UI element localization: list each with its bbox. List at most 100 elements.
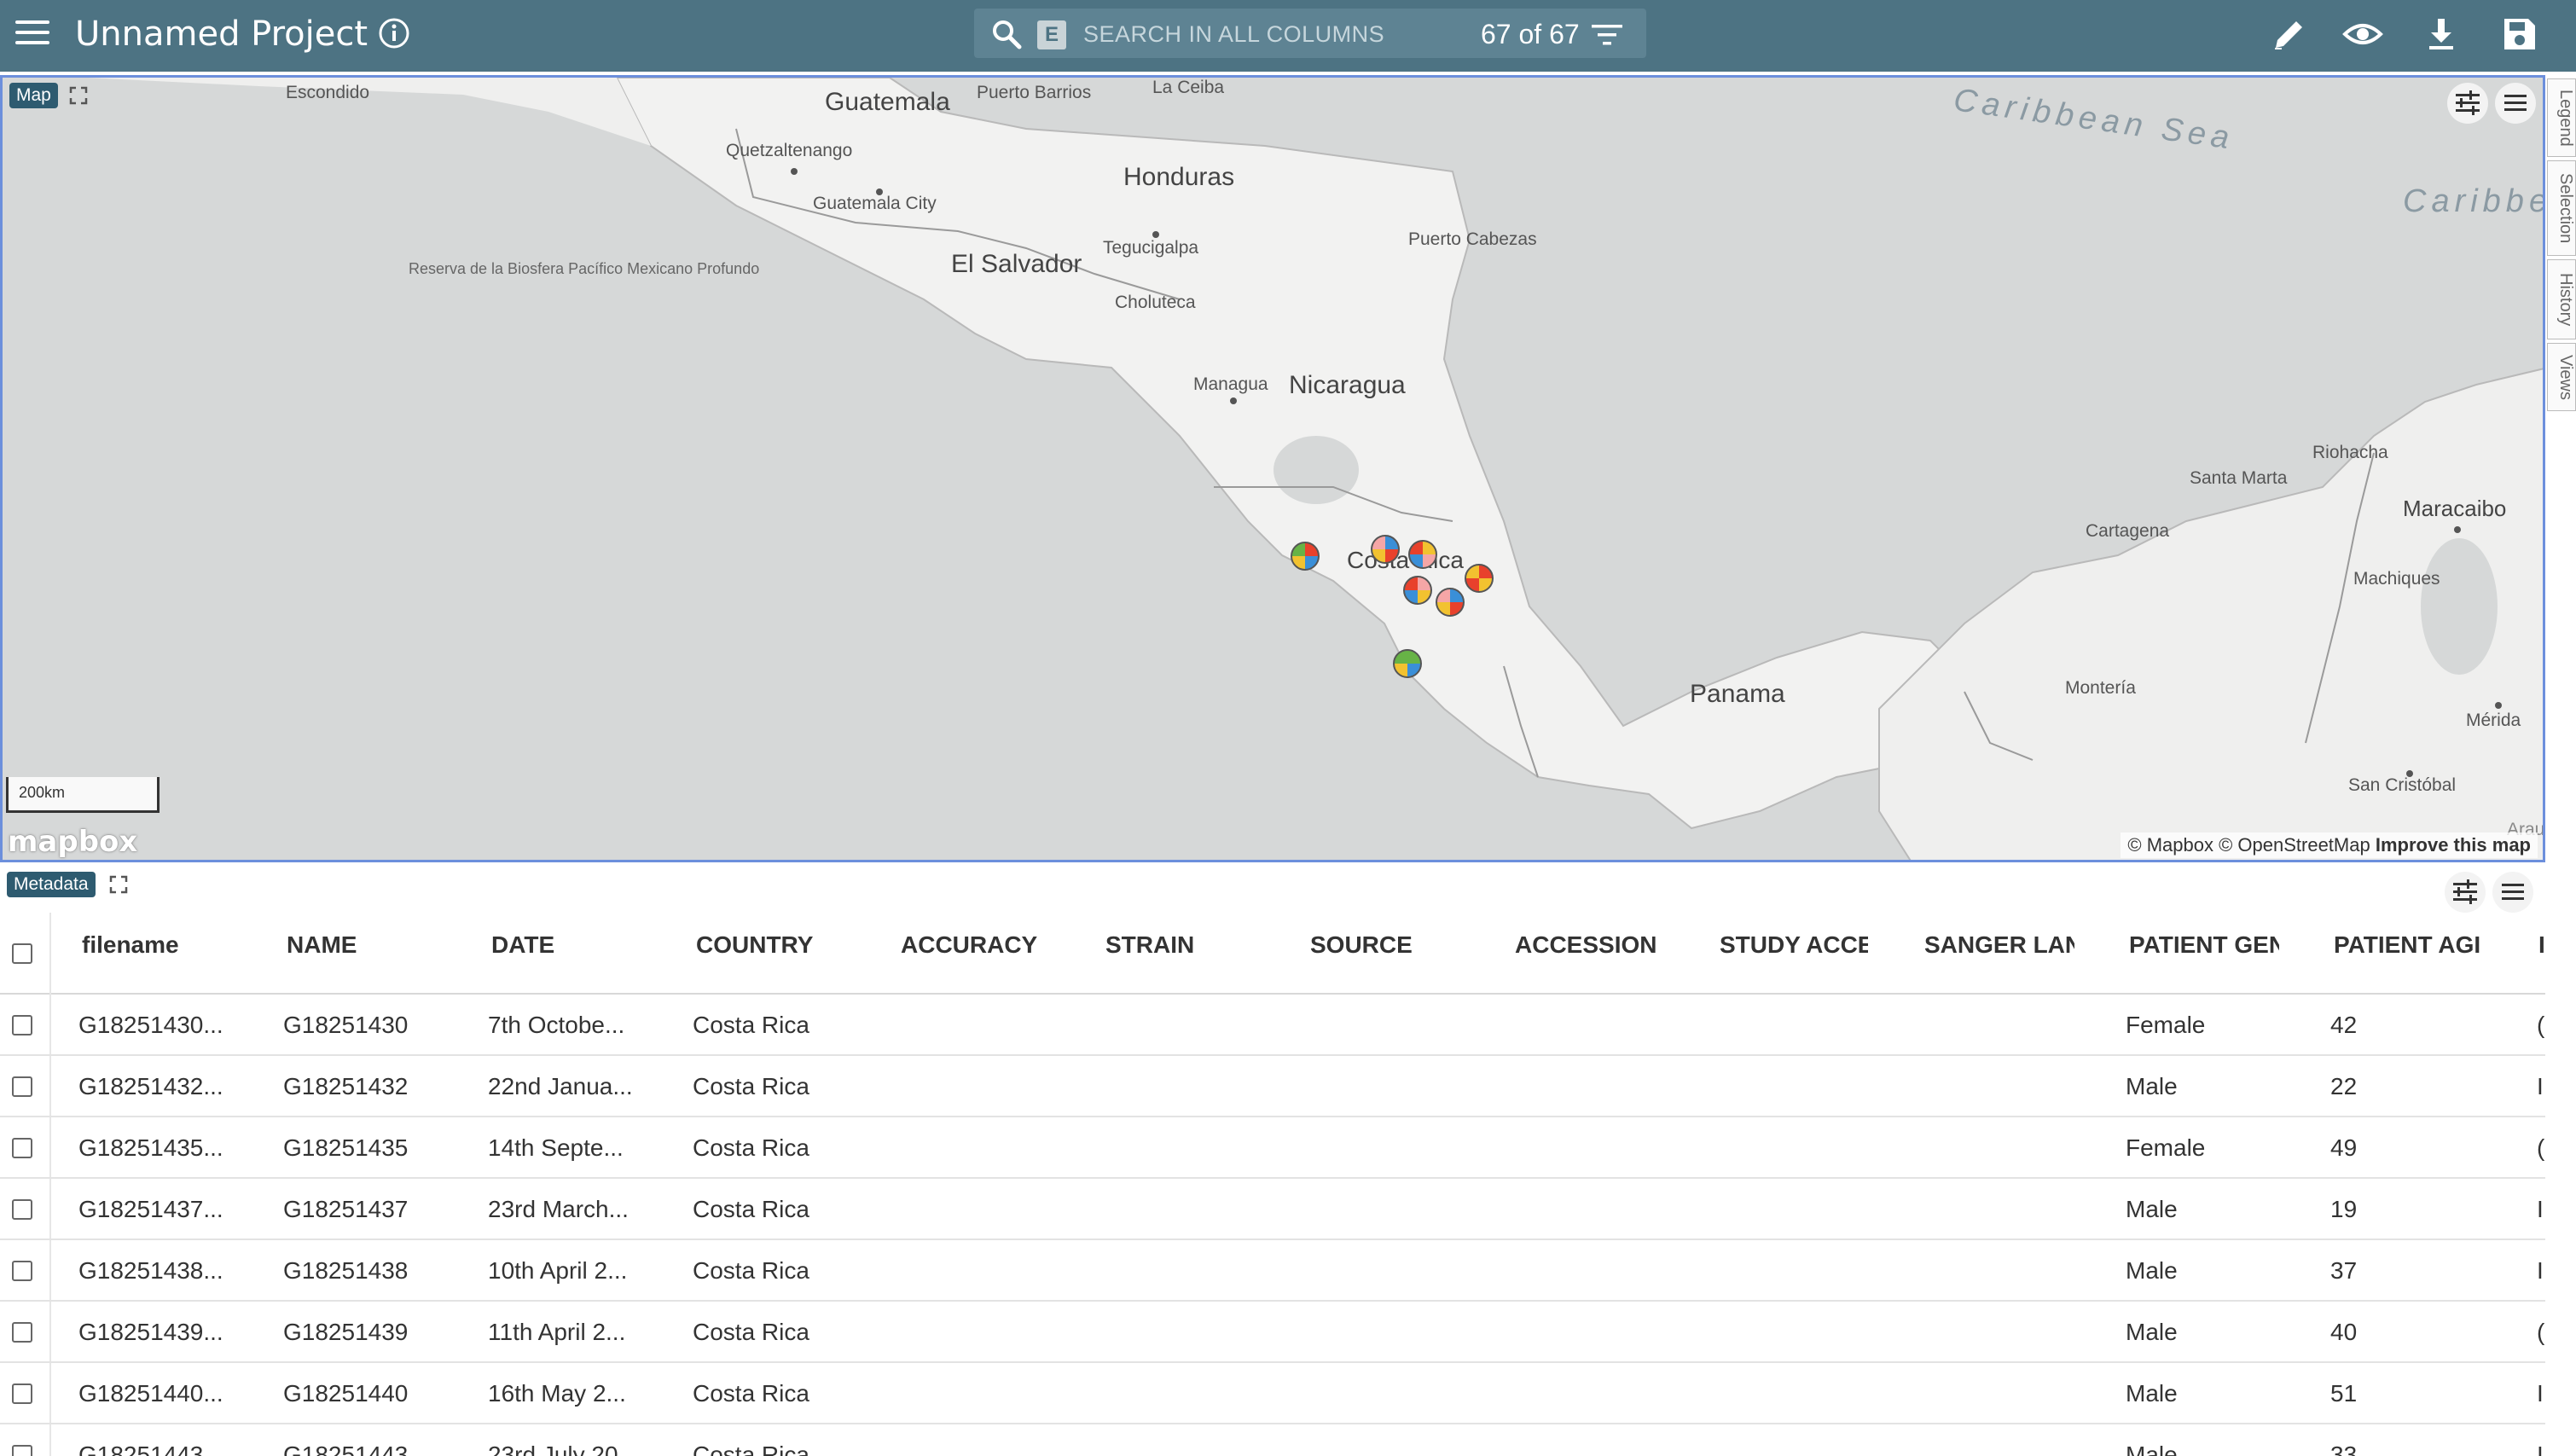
map-label-guatemala: Guatemala xyxy=(825,88,950,116)
table-row[interactable]: G18251430... G18251430 7th Octobe... Costa … xyxy=(0,995,2545,1056)
search-bar: E 67 of 67 xyxy=(974,9,1646,58)
filter-icon[interactable] xyxy=(1590,20,1624,49)
project-title[interactable]: Unnamed Project xyxy=(75,12,368,56)
mapbox-logo[interactable]: mapbox xyxy=(8,825,137,859)
tab-history[interactable]: History xyxy=(2547,259,2576,339)
pie-marker[interactable] xyxy=(1393,649,1422,678)
table-row[interactable]: G18251443... G18251443 23rd July 20... Cost… xyxy=(0,1424,2545,1456)
pie-marker[interactable] xyxy=(1436,588,1465,617)
tab-views[interactable]: Views xyxy=(2547,343,2576,411)
cell-overflow: ( xyxy=(2537,1134,2545,1161)
map-label-maracaibo: Maracaibo xyxy=(2403,496,2507,521)
column-header[interactable]: ACCURACY xyxy=(901,931,1088,959)
column-header[interactable]: STUDY ACCE: xyxy=(1720,931,1868,959)
attribution-text[interactable]: © Mapbox © OpenStreetMap xyxy=(2127,834,2370,856)
table-settings-button[interactable] xyxy=(2445,872,2486,913)
cell-filename: G18251437... xyxy=(78,1196,223,1222)
info-icon[interactable] xyxy=(377,16,411,50)
row-checkbox[interactable] xyxy=(12,1322,32,1343)
row-checkbox[interactable] xyxy=(12,1199,32,1220)
improve-map-link[interactable]: Improve this map xyxy=(2376,834,2531,856)
map-label-tegucigalpa: Tegucigalpa xyxy=(1103,238,1199,258)
cell-country: Costa Rica xyxy=(693,1134,809,1161)
map-menu-button[interactable] xyxy=(2495,83,2536,124)
tab-selection[interactable]: Selection xyxy=(2547,160,2576,256)
select-all-checkbox[interactable] xyxy=(12,943,32,964)
pie-marker[interactable] xyxy=(1371,535,1400,564)
table-row[interactable]: G18251432... G18251432 22nd Janua... Costa … xyxy=(0,1056,2545,1117)
search-icon[interactable] xyxy=(989,17,1024,51)
cell-patient-age: 51 xyxy=(2330,1380,2358,1407)
column-header[interactable]: SOURCE xyxy=(1310,931,1498,959)
table-row[interactable]: G18251440... G18251440 16th May 2... Costa … xyxy=(0,1363,2545,1424)
cell-patient-gender: Male xyxy=(2126,1196,2178,1222)
side-tabs: Legend Selection History Views xyxy=(2547,75,2576,416)
map-panel[interactable]: Map Escondido Guatemala Puerto Barrios L… xyxy=(0,75,2545,862)
cell-filename: G18251430... xyxy=(78,1012,223,1038)
map-label-monteria: Montería xyxy=(2065,678,2136,698)
cell-name: G18251439 xyxy=(283,1319,409,1345)
search-field-key[interactable]: E xyxy=(1037,20,1066,49)
pie-marker[interactable] xyxy=(1408,540,1437,569)
column-header[interactable]: PATIENT AGI xyxy=(2334,931,2484,959)
table-row[interactable]: G18251439... G18251439 11th April 2... Cost… xyxy=(0,1302,2545,1363)
download-icon[interactable] xyxy=(2421,14,2462,55)
pie-marker[interactable] xyxy=(1291,542,1320,571)
column-header[interactable]: DATE xyxy=(491,931,679,959)
column-header[interactable]: NAME xyxy=(287,931,474,959)
sliders-icon xyxy=(2453,879,2477,904)
metadata-panel-tag: Metadata xyxy=(7,872,96,897)
expand-icon[interactable] xyxy=(109,875,128,894)
column-header[interactable]: ACCESSION xyxy=(1515,931,1703,959)
cell-patient-gender: Female xyxy=(2126,1134,2206,1161)
search-input[interactable] xyxy=(1083,17,1450,51)
map-label-santa-marta: Santa Marta xyxy=(2190,468,2288,488)
expand-icon[interactable] xyxy=(69,86,88,105)
column-header[interactable]: filename xyxy=(82,931,270,959)
row-checkbox[interactable] xyxy=(12,1015,32,1035)
map-label-guatemala-city: Guatemala City xyxy=(813,194,937,213)
map-label-reserva: Reserva de la Biosfera Pacífico Mexicano… xyxy=(409,258,759,279)
cell-name: G18251430 xyxy=(283,1012,409,1038)
map-label-cartagena: Cartagena xyxy=(2086,521,2170,541)
menu-lines-icon xyxy=(2504,95,2527,111)
row-checkbox[interactable] xyxy=(12,1383,32,1404)
column-header[interactable]: COUNTRY xyxy=(696,931,884,959)
cell-overflow: ( xyxy=(2537,1012,2545,1038)
map-label-choluteca: Choluteca xyxy=(1115,293,1196,312)
map-label-merida: Mérida xyxy=(2466,711,2521,730)
column-header[interactable]: PATIENT GEN xyxy=(2129,931,2279,959)
map-settings-button[interactable] xyxy=(2447,83,2488,124)
table-row[interactable]: G18251435... G18251435 14th Septe... Costa … xyxy=(0,1117,2545,1179)
row-checkbox[interactable] xyxy=(12,1076,32,1097)
pie-marker[interactable] xyxy=(1403,576,1432,605)
map-label-quetzaltenango: Quetzaltenango xyxy=(726,141,853,160)
cell-patient-age: 42 xyxy=(2330,1012,2358,1038)
menu-icon[interactable] xyxy=(15,20,49,49)
cell-overflow: ( xyxy=(2537,1319,2545,1345)
save-icon[interactable] xyxy=(2499,14,2540,55)
row-checkbox[interactable] xyxy=(12,1445,32,1456)
column-header[interactable]: I xyxy=(2538,931,2545,959)
cell-country: Costa Rica xyxy=(693,1257,809,1284)
cell-date: 16th May 2... xyxy=(488,1380,626,1407)
column-header[interactable]: STRAIN xyxy=(1105,931,1293,959)
cell-date: 7th Octobe... xyxy=(488,1012,625,1038)
map-label-la-ceiba: La Ceiba xyxy=(1152,78,1225,97)
cell-name: G18251443 xyxy=(283,1441,409,1456)
column-header[interactable]: SANGER LAN xyxy=(1924,931,2074,959)
pie-marker[interactable] xyxy=(1465,564,1494,593)
edit-icon[interactable] xyxy=(2269,14,2310,55)
view-icon[interactable] xyxy=(2342,14,2383,55)
base-map[interactable] xyxy=(3,78,2545,862)
map-label-managua: Managua xyxy=(1193,374,1268,394)
table-row[interactable]: G18251438... G18251438 10th April 2... Cost… xyxy=(0,1240,2545,1302)
row-checkbox[interactable] xyxy=(12,1138,32,1158)
table-menu-button[interactable] xyxy=(2492,872,2533,913)
cell-date: 11th April 2... xyxy=(488,1319,626,1345)
table-row[interactable]: G18251437... G18251437 23rd March... Costa … xyxy=(0,1179,2545,1240)
cell-patient-age: 49 xyxy=(2330,1134,2358,1161)
tab-legend[interactable]: Legend xyxy=(2547,78,2576,157)
cell-date: 23rd March... xyxy=(488,1196,629,1222)
row-checkbox[interactable] xyxy=(12,1261,32,1281)
